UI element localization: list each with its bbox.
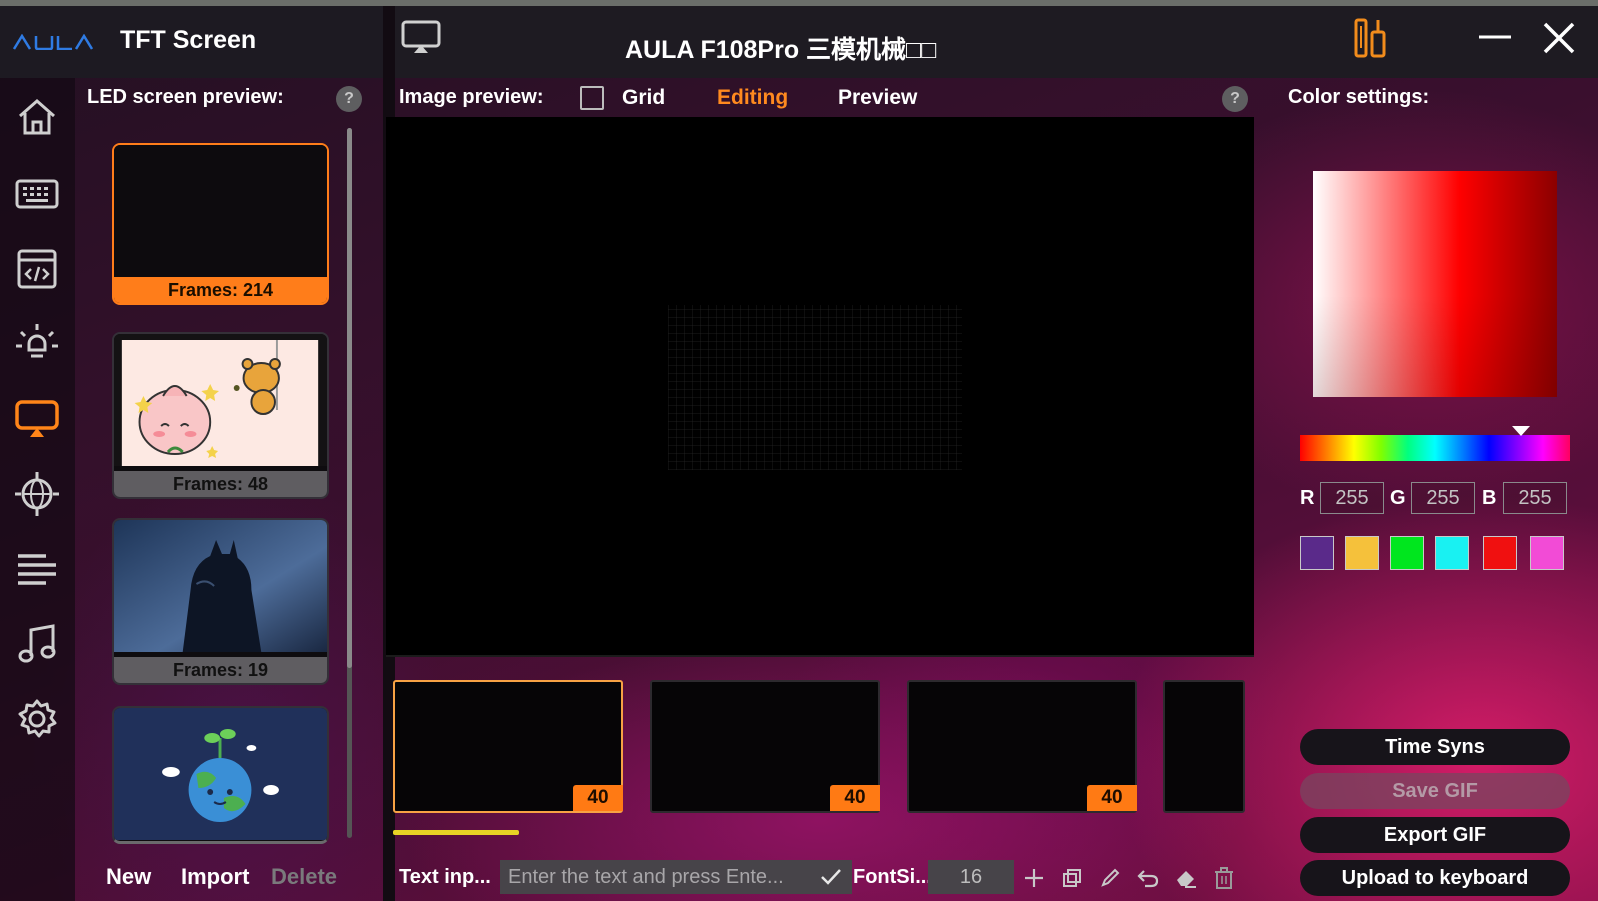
save-gif-button[interactable]: Save GIF [1300, 773, 1570, 809]
led-preview-item[interactable]: Frames: 19 [112, 518, 329, 685]
frame-thumbnail[interactable] [1163, 680, 1245, 813]
tab-editing[interactable]: Editing [717, 86, 788, 110]
preview-frame-count: Frames: 48 [114, 471, 327, 497]
confirm-text-icon[interactable] [820, 868, 842, 886]
import-button[interactable]: Import [181, 864, 249, 890]
grid-checkbox[interactable] [580, 86, 604, 110]
swatch-purple[interactable] [1300, 536, 1334, 570]
add-frame-button[interactable] [1022, 866, 1046, 890]
close-icon[interactable] [1543, 22, 1575, 54]
new-button[interactable]: New [106, 864, 151, 890]
sidebar-item-keyboard[interactable] [14, 171, 60, 217]
minimize-icon[interactable] [1479, 34, 1511, 40]
plus-icon [1025, 869, 1043, 887]
fontsize-input[interactable]: 16 [928, 860, 1014, 894]
app-title: TFT Screen [120, 26, 257, 54]
aula-logo [12, 34, 94, 50]
undo-icon [1137, 870, 1159, 888]
sidebar-item-network[interactable] [14, 471, 60, 517]
frame-thumbnail[interactable]: 40 [650, 680, 880, 813]
device-tool-icon[interactable] [1352, 18, 1388, 58]
frames-scroll-indicator[interactable] [393, 830, 519, 835]
preview-list-scroll-thumb[interactable] [347, 128, 352, 668]
image-canvas[interactable] [386, 117, 1254, 657]
text-input-label: Text inp... [399, 866, 491, 888]
lighting-icon [16, 324, 58, 358]
main-title-bar: AULA F108Pro 三模机械□□ [395, 6, 1598, 78]
tab-preview[interactable]: Preview [838, 86, 917, 110]
app-window: TFT Screen AULA F108Pro 三模机械□□ LED scree… [0, 0, 1598, 901]
r-input[interactable]: 255 [1320, 482, 1384, 514]
led-preview-help-icon[interactable]: ? [336, 86, 362, 112]
network-icon [15, 472, 59, 516]
screen-cast-icon [401, 20, 441, 53]
macro-icon [17, 249, 57, 289]
text-input[interactable] [500, 860, 852, 894]
batman-thumbnail [114, 520, 327, 652]
settings-icon [18, 699, 57, 738]
preview-frame-count: Frames: 214 [114, 277, 327, 303]
peach-cartoon-thumbnail [114, 334, 327, 466]
swatch-green[interactable] [1390, 536, 1424, 570]
sidebar-item-settings[interactable] [14, 696, 60, 742]
music-icon [18, 624, 56, 663]
pencil-icon [1101, 868, 1120, 887]
frame-thumbnail[interactable]: 40 [393, 680, 623, 813]
r-label: R [1300, 487, 1315, 509]
list-icon [18, 554, 56, 585]
sidebar-item-macro[interactable] [14, 246, 60, 292]
export-gif-button[interactable]: Export GIF [1300, 817, 1570, 853]
frame-duration-badge: 40 [830, 785, 880, 811]
hue-slider-handle[interactable] [1512, 426, 1530, 436]
hue-slider[interactable] [1300, 435, 1570, 461]
left-title-bar: TFT Screen [0, 6, 383, 78]
earth-cartoon-thumbnail [114, 708, 327, 840]
color-settings-label: Color settings: [1288, 86, 1430, 108]
trash-icon [1215, 867, 1233, 889]
copy-frame-button[interactable] [1060, 866, 1084, 890]
preview-thumbnail [114, 145, 327, 277]
eraser-tool-button[interactable] [1174, 866, 1198, 890]
canvas-pixel-grid [668, 305, 962, 470]
time-sync-button[interactable]: Time Syns [1300, 729, 1570, 765]
frame-duration-badge: 40 [573, 785, 623, 811]
fontsize-label: FontSi... [853, 866, 932, 888]
grid-label: Grid [622, 86, 666, 109]
swatch-cyan[interactable] [1435, 536, 1469, 570]
swatch-red[interactable] [1483, 536, 1517, 570]
undo-button[interactable] [1136, 866, 1160, 890]
frame-duration-badge: 40 [1087, 785, 1137, 811]
frame-thumbnail[interactable]: 40 [907, 680, 1137, 813]
keyboard-icon [15, 179, 59, 209]
pencil-tool-button[interactable] [1098, 866, 1122, 890]
sidebar-item-list[interactable] [14, 546, 60, 592]
copy-icon [1063, 869, 1081, 887]
delete-button[interactable]: Delete [271, 864, 337, 890]
device-title: AULA F108Pro 三模机械□□ [625, 36, 937, 64]
sidebar-item-lighting[interactable] [14, 321, 60, 367]
led-preview-item[interactable]: Frames: 48 [112, 332, 329, 499]
led-preview-label: LED screen preview: [87, 86, 284, 108]
upload-to-keyboard-button[interactable]: Upload to keyboard [1300, 860, 1570, 896]
sidebar [0, 78, 75, 901]
preview-frame-count: Frames: 19 [114, 657, 327, 683]
sidebar-item-home[interactable] [14, 94, 60, 140]
sidebar-item-screen[interactable] [14, 396, 60, 442]
led-preview-item[interactable] [112, 706, 329, 844]
screen-icon [15, 400, 59, 437]
delete-frame-button[interactable] [1212, 866, 1236, 890]
home-icon [19, 98, 55, 135]
eraser-icon [1177, 871, 1196, 888]
swatch-yellow[interactable] [1345, 536, 1379, 570]
saturation-value-shade [1313, 171, 1557, 397]
b-label: B [1482, 487, 1497, 509]
g-label: G [1390, 487, 1406, 509]
sidebar-item-music[interactable] [14, 621, 60, 667]
image-preview-help-icon[interactable]: ? [1222, 86, 1248, 112]
led-preview-item[interactable]: Frames: 214 [112, 143, 329, 305]
image-preview-label: Image preview: [399, 86, 544, 108]
b-input[interactable]: 255 [1503, 482, 1567, 514]
swatch-pink[interactable] [1530, 536, 1564, 570]
g-input[interactable]: 255 [1411, 482, 1475, 514]
